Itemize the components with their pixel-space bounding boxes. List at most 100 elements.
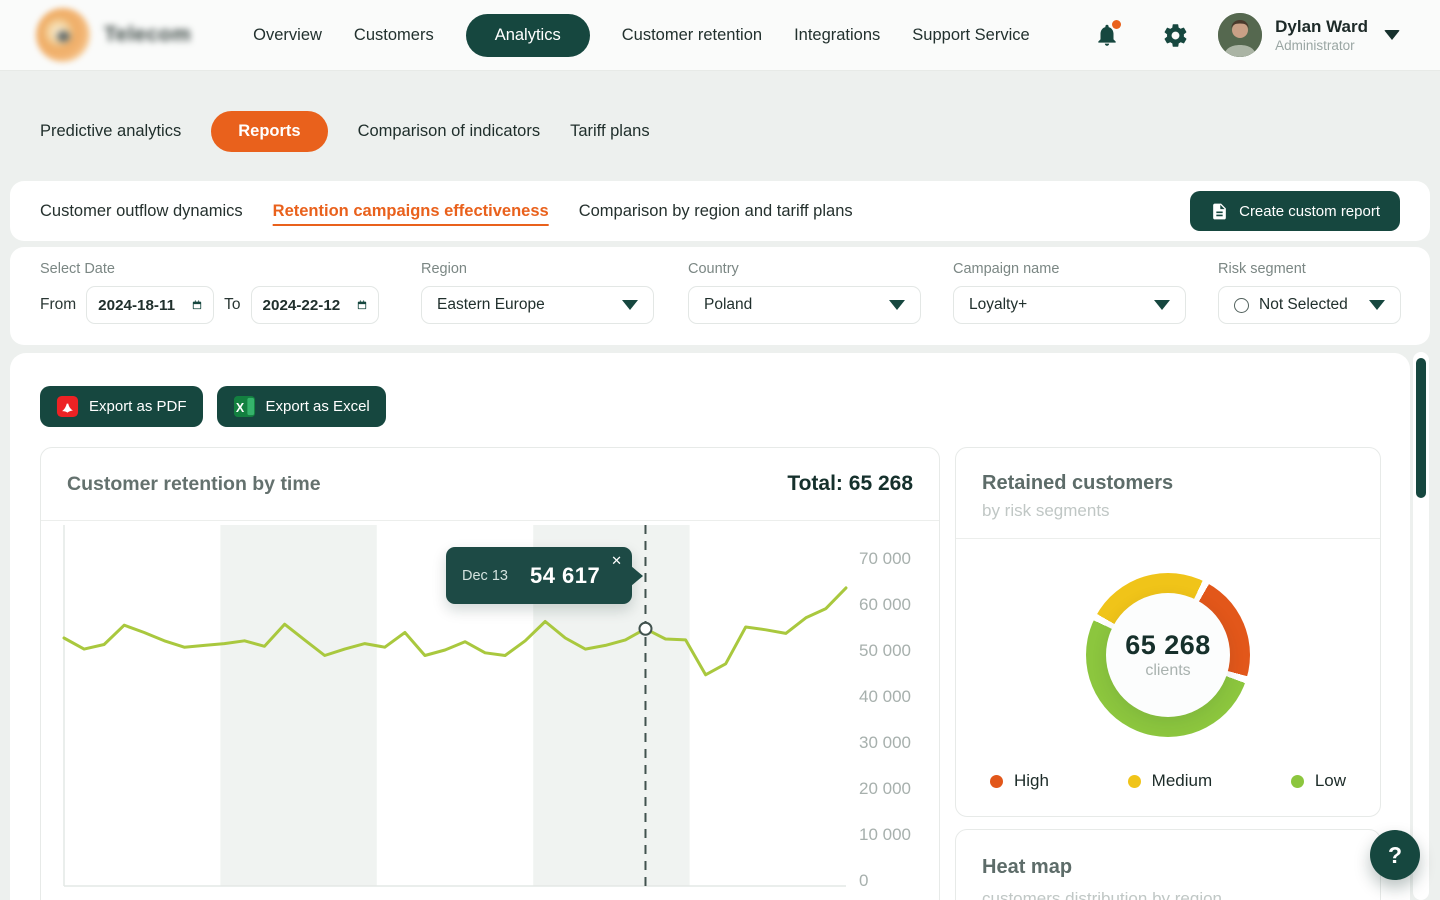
pdf-icon [56,395,79,418]
svg-text:30 000: 30 000 [859,733,911,752]
report-content-card: Export as PDF X Export as Excel Customer… [10,353,1410,900]
total-label: Total: [787,472,843,495]
risk-segment-label: Risk segment [1218,261,1401,277]
nav-item-overview[interactable]: Overview [253,26,322,45]
nav-item-integrations[interactable]: Integrations [794,26,880,45]
user-avatar[interactable] [1218,13,1262,57]
campaign-select[interactable]: Loyalty+ [953,286,1186,324]
legend-dot-high [990,775,1003,788]
calendar-icon[interactable] [192,296,202,314]
export-buttons: Export as PDF X Export as Excel [40,386,386,427]
campaign-value: Loyalty+ [969,296,1027,314]
region-label: Region [421,261,654,277]
risk-segment-value: Not Selected [1259,296,1348,314]
tooltip-date: Dec 13 [462,568,508,584]
tab-retention-campaigns-effectiveness[interactable]: Retention campaigns effectiveness [273,202,549,221]
chevron-down-icon [622,300,638,310]
user-menu[interactable]: Dylan Ward Administrator [1275,17,1368,52]
header-actions: Dylan Ward Administrator [1090,13,1400,57]
legend-label-low: Low [1315,771,1346,791]
donut-ring: 65 268 clients [1086,573,1250,737]
svg-text:20 000: 20 000 [859,779,911,798]
report-tabs-card: Customer outflow dynamics Retention camp… [10,181,1430,241]
line-chart[interactable]: 70 00060 00050 00040 00030 00020 00010 0… [41,521,939,900]
date-from-input[interactable] [98,297,186,314]
tab-reports[interactable]: Reports [211,111,327,152]
heat-map-title: Heat map [982,856,1354,879]
donut-legend: High Medium Low [956,765,1380,791]
customer-retention-chart-card: Customer retention by time Total: 65 268… [40,447,940,900]
legend-dot-medium [1128,775,1141,788]
brand-logo-icon [36,8,90,62]
document-icon [1210,202,1229,221]
filters-card: Select Date From To Region Eastern Europ… [10,247,1430,345]
nav-item-customers[interactable]: Customers [354,26,434,45]
chart-total: Total: 65 268 [787,472,913,496]
svg-text:40 000: 40 000 [859,687,911,706]
donut-chart[interactable]: 65 268 clients [956,545,1380,765]
tab-tariff-plans[interactable]: Tariff plans [570,122,650,141]
excel-icon: X [233,395,256,418]
svg-text:70 000: 70 000 [859,549,911,568]
country-select[interactable]: Poland [688,286,921,324]
retained-title: Retained customers [982,472,1354,495]
from-label: From [40,296,76,314]
export-excel-button[interactable]: X Export as Excel [217,386,386,427]
export-pdf-label: Export as PDF [89,398,187,415]
nav-item-analytics[interactable]: Analytics [466,14,590,57]
retained-card-header: Retained customers by risk segments [956,448,1380,539]
legend-label-medium: Medium [1152,771,1212,791]
tooltip-close-icon[interactable]: ✕ [611,553,622,569]
filter-country: Country Poland [688,261,921,324]
legend-dot-low [1291,775,1304,788]
tab-predictive-analytics[interactable]: Predictive analytics [40,122,181,141]
heat-map-card: Heat map customers distribution by regio… [955,829,1381,900]
risk-segment-select[interactable]: Not Selected [1218,286,1401,324]
chevron-down-icon [1369,300,1385,310]
donut-center: 65 268 clients [1106,593,1230,717]
settings-button[interactable] [1158,18,1192,52]
scrollbar-thumb[interactable] [1416,358,1426,498]
svg-text:0: 0 [859,871,868,890]
brand-name: Telecom [104,23,191,47]
nav-item-support-service[interactable]: Support Service [912,26,1029,45]
date-from-field[interactable] [86,286,214,324]
analytics-section-tabs: Predictive analytics Reports Comparison … [40,109,650,154]
legend-label-high: High [1014,771,1049,791]
select-date-label: Select Date [40,261,379,277]
chart-card-header: Customer retention by time Total: 65 268 [41,448,939,521]
region-select[interactable]: Eastern Europe [421,286,654,324]
chevron-down-icon[interactable] [1384,30,1400,40]
radio-icon [1234,298,1249,313]
date-to-field[interactable] [251,286,379,324]
legend-item-low: Low [1291,771,1346,791]
help-button[interactable]: ? [1370,830,1420,880]
date-to-input[interactable] [263,297,351,314]
tab-comparison-of-indicators[interactable]: Comparison of indicators [358,122,541,141]
legend-item-high: High [990,771,1049,791]
total-value: 65 268 [849,472,913,495]
to-label: To [224,296,240,314]
calendar-icon[interactable] [357,296,367,314]
chevron-down-icon [889,300,905,310]
export-pdf-button[interactable]: Export as PDF [40,386,203,427]
notifications-button[interactable] [1090,18,1124,52]
tab-comparison-by-region[interactable]: Comparison by region and tariff plans [579,202,853,221]
gear-icon [1162,22,1189,49]
scrollbar-track[interactable] [1413,352,1429,900]
legend-item-medium: Medium [1128,771,1212,791]
nav-item-customer-retention[interactable]: Customer retention [622,26,762,45]
tab-customer-outflow-dynamics[interactable]: Customer outflow dynamics [40,202,243,221]
tooltip-value: 54 617 [530,563,600,589]
brand[interactable]: Telecom [36,8,191,62]
region-value: Eastern Europe [437,296,545,314]
heat-map-subtitle: customers distribution by region [982,889,1354,900]
svg-text:60 000: 60 000 [859,595,911,614]
svg-text:50 000: 50 000 [859,641,911,660]
create-custom-report-button[interactable]: Create custom report [1190,191,1400,231]
filter-risk-segment: Risk segment Not Selected [1218,261,1401,324]
filter-campaign: Campaign name Loyalty+ [953,261,1186,324]
create-custom-report-label: Create custom report [1239,203,1380,220]
donut-center-label: clients [1145,662,1190,680]
chevron-down-icon [1154,300,1170,310]
